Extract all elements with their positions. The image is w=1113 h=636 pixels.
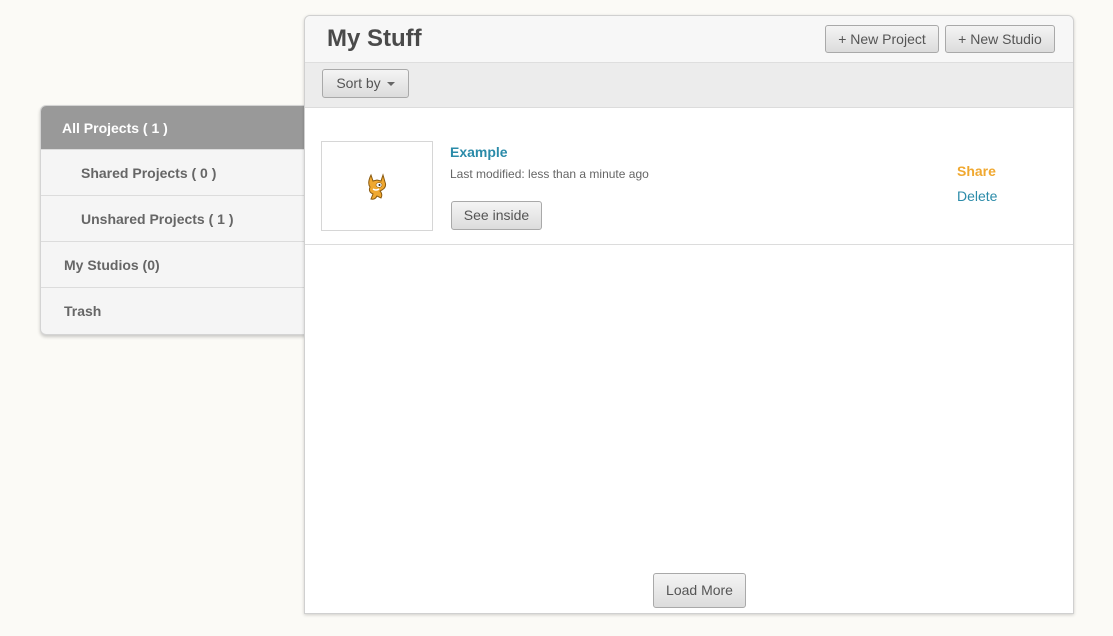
sidebar-item-my-studios[interactable]: My Studios (0) [41,242,305,288]
scratch-cat-icon [368,173,387,200]
new-project-button[interactable]: + New Project [825,25,939,53]
new-studio-button[interactable]: + New Studio [945,25,1055,53]
main-panel: My Stuff + New Project + New Studio Sort… [304,15,1074,614]
project-thumbnail[interactable] [321,141,433,231]
sidebar: All Projects ( 1 ) Shared Projects ( 0 )… [40,105,306,335]
share-link[interactable]: Share [957,163,996,179]
project-last-modified: Last modified: less than a minute ago [450,167,649,181]
sort-by-dropdown[interactable]: Sort by [322,69,409,98]
sort-toolbar: Sort by [305,63,1073,108]
main-header: My Stuff + New Project + New Studio [305,16,1073,63]
sort-by-label: Sort by [336,75,381,91]
sidebar-item-shared-projects[interactable]: Shared Projects ( 0 ) [41,150,305,196]
sidebar-item-unshared-projects[interactable]: Unshared Projects ( 1 ) [41,196,305,242]
project-title-link[interactable]: Example [450,144,508,160]
delete-link[interactable]: Delete [957,188,997,204]
see-inside-button[interactable]: See inside [451,201,542,230]
sidebar-item-trash[interactable]: Trash [41,288,305,334]
sidebar-item-all-projects[interactable]: All Projects ( 1 ) [41,106,305,150]
caret-down-icon [386,82,395,87]
project-row: Example Last modified: less than a minut… [305,123,1073,245]
page-title: My Stuff [327,25,422,52]
load-more-button[interactable]: Load More [653,573,746,608]
